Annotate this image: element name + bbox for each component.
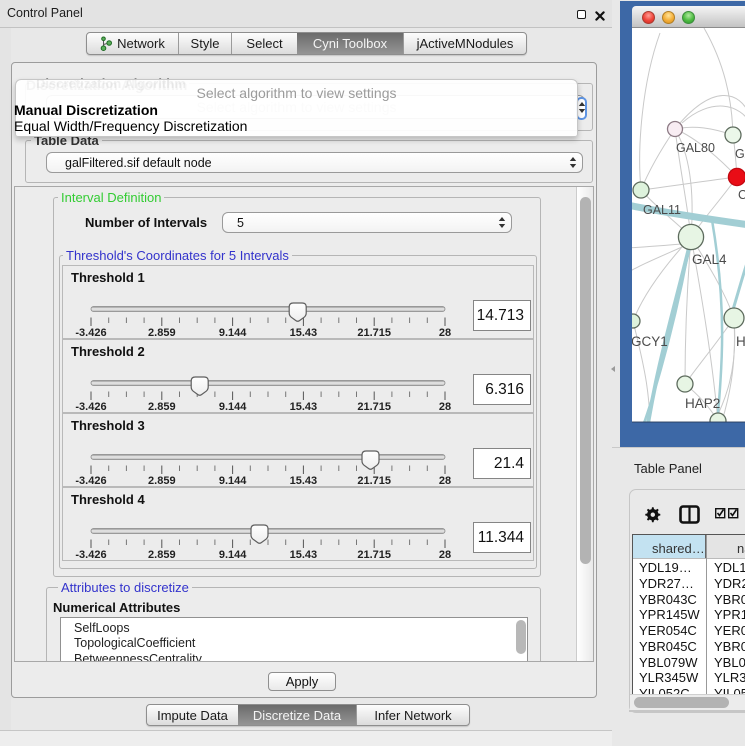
svg-text:2.859: 2.859 [148, 327, 176, 339]
svg-text:H: H [736, 334, 745, 349]
svg-text:9.144: 9.144 [219, 327, 247, 339]
svg-text:-3.426: -3.426 [75, 401, 106, 413]
svg-text:21.715: 21.715 [357, 475, 391, 487]
svg-text:28: 28 [439, 327, 451, 339]
svg-text:28: 28 [439, 401, 451, 413]
svg-text:21.715: 21.715 [357, 401, 391, 413]
svg-text:-3.426: -3.426 [75, 475, 106, 487]
svg-text:28: 28 [439, 475, 451, 487]
svg-text:2.859: 2.859 [148, 475, 176, 487]
svg-text:GAL4: GAL4 [692, 252, 727, 267]
svg-text:-3.426: -3.426 [75, 327, 106, 339]
svg-text:28: 28 [439, 549, 451, 561]
svg-text:9.144: 9.144 [219, 475, 247, 487]
svg-text:C: C [738, 188, 745, 202]
svg-text:GAL11: GAL11 [643, 203, 681, 217]
svg-text:Threshold 1: Threshold 1 [71, 270, 145, 285]
svg-text:21.715: 21.715 [357, 327, 391, 339]
svg-text:GCY1: GCY1 [632, 334, 668, 349]
svg-text:2.859: 2.859 [148, 401, 176, 413]
svg-text:15.43: 15.43 [290, 401, 318, 413]
svg-text:GA: GA [735, 147, 745, 161]
svg-text:2.859: 2.859 [148, 549, 176, 561]
svg-text:Threshold 4: Threshold 4 [71, 492, 145, 507]
svg-text:21.715: 21.715 [357, 549, 391, 561]
svg-text:Threshold 3: Threshold 3 [71, 418, 145, 433]
svg-text:GAL80: GAL80 [676, 141, 715, 155]
svg-text:Threshold 2: Threshold 2 [71, 344, 145, 359]
svg-text:15.43: 15.43 [290, 327, 318, 339]
svg-text:HAP2: HAP2 [685, 396, 720, 411]
svg-text:15.43: 15.43 [290, 549, 318, 561]
svg-text:9.144: 9.144 [219, 549, 247, 561]
svg-text:15.43: 15.43 [290, 475, 318, 487]
svg-text:9.144: 9.144 [219, 401, 247, 413]
svg-text:-3.426: -3.426 [75, 549, 106, 561]
